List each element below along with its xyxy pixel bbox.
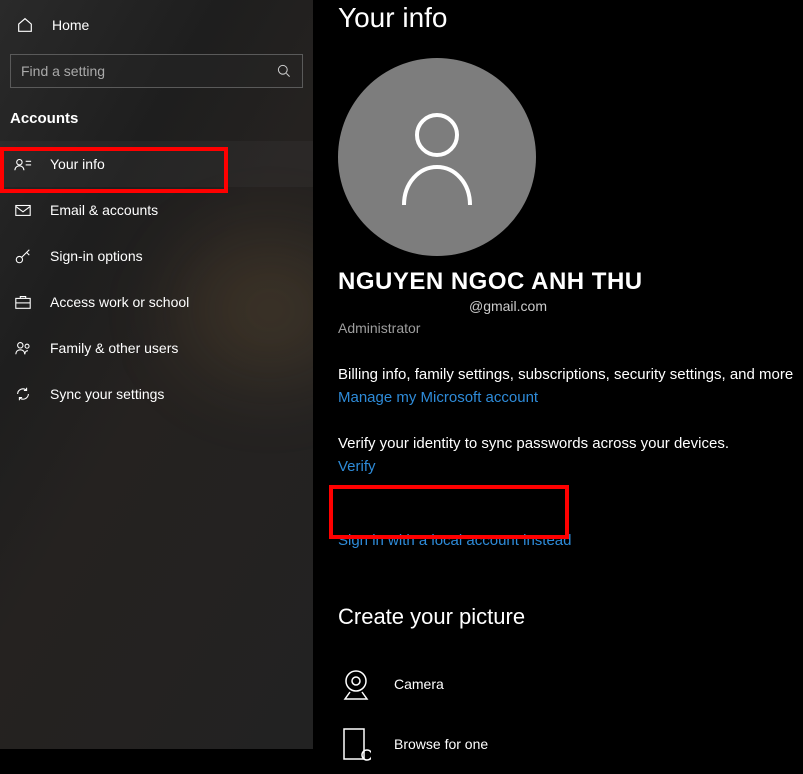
user-name: NGUYEN NGOC ANH THU bbox=[338, 268, 803, 296]
camera-icon bbox=[339, 667, 373, 701]
camera-button[interactable]: Camera bbox=[338, 654, 803, 714]
user-role: Administrator bbox=[338, 320, 803, 336]
person-card-icon bbox=[14, 155, 32, 173]
verify-link[interactable]: Verify bbox=[338, 458, 376, 475]
billing-description: Billing info, family settings, subscript… bbox=[338, 366, 803, 383]
sidebar-item-email-accounts[interactable]: Email & accounts bbox=[0, 187, 313, 233]
home-button[interactable]: Home bbox=[0, 6, 313, 44]
camera-label: Camera bbox=[394, 676, 444, 692]
sidebar-item-label: Sync your settings bbox=[50, 386, 164, 402]
settings-sidebar: Home Accounts Your info Email & accounts… bbox=[0, 0, 313, 749]
search-icon bbox=[276, 63, 292, 79]
home-icon bbox=[16, 16, 34, 34]
section-title-accounts: Accounts bbox=[0, 106, 313, 141]
sidebar-item-family-users[interactable]: Family & other users bbox=[0, 325, 313, 371]
sidebar-item-label: Sign-in options bbox=[50, 248, 143, 264]
briefcase-icon bbox=[14, 293, 32, 311]
sidebar-item-label: Email & accounts bbox=[50, 202, 158, 218]
sidebar-item-label: Family & other users bbox=[50, 340, 178, 356]
sidebar-item-your-info[interactable]: Your info bbox=[0, 141, 313, 187]
search-field[interactable] bbox=[21, 63, 276, 79]
sidebar-item-label: Your info bbox=[50, 156, 105, 172]
sidebar-item-label: Access work or school bbox=[50, 294, 189, 310]
people-icon bbox=[14, 339, 32, 357]
local-account-link[interactable]: Sign in with a local account instead bbox=[338, 532, 571, 549]
page-title: Your info bbox=[338, 2, 803, 34]
main-pane: Your info NGUYEN NGOC ANH THU @gmail.com… bbox=[313, 0, 803, 749]
sync-icon bbox=[14, 385, 32, 403]
sidebar-item-access-work-school[interactable]: Access work or school bbox=[0, 279, 313, 325]
create-picture-heading: Create your picture bbox=[338, 604, 803, 630]
user-email: @gmail.com bbox=[338, 298, 678, 314]
search-input[interactable] bbox=[10, 54, 303, 88]
manage-account-link[interactable]: Manage my Microsoft account bbox=[338, 389, 538, 406]
avatar bbox=[338, 58, 536, 256]
home-label: Home bbox=[52, 17, 89, 33]
mail-icon bbox=[14, 201, 32, 219]
browse-button[interactable]: Browse for one bbox=[338, 714, 803, 774]
sidebar-item-signin-options[interactable]: Sign-in options bbox=[0, 233, 313, 279]
key-icon bbox=[14, 247, 32, 265]
person-icon bbox=[392, 107, 482, 207]
sidebar-item-sync-settings[interactable]: Sync your settings bbox=[0, 371, 313, 417]
browse-icon bbox=[341, 727, 371, 761]
verify-description: Verify your identity to sync passwords a… bbox=[338, 435, 803, 452]
browse-label: Browse for one bbox=[394, 736, 488, 752]
